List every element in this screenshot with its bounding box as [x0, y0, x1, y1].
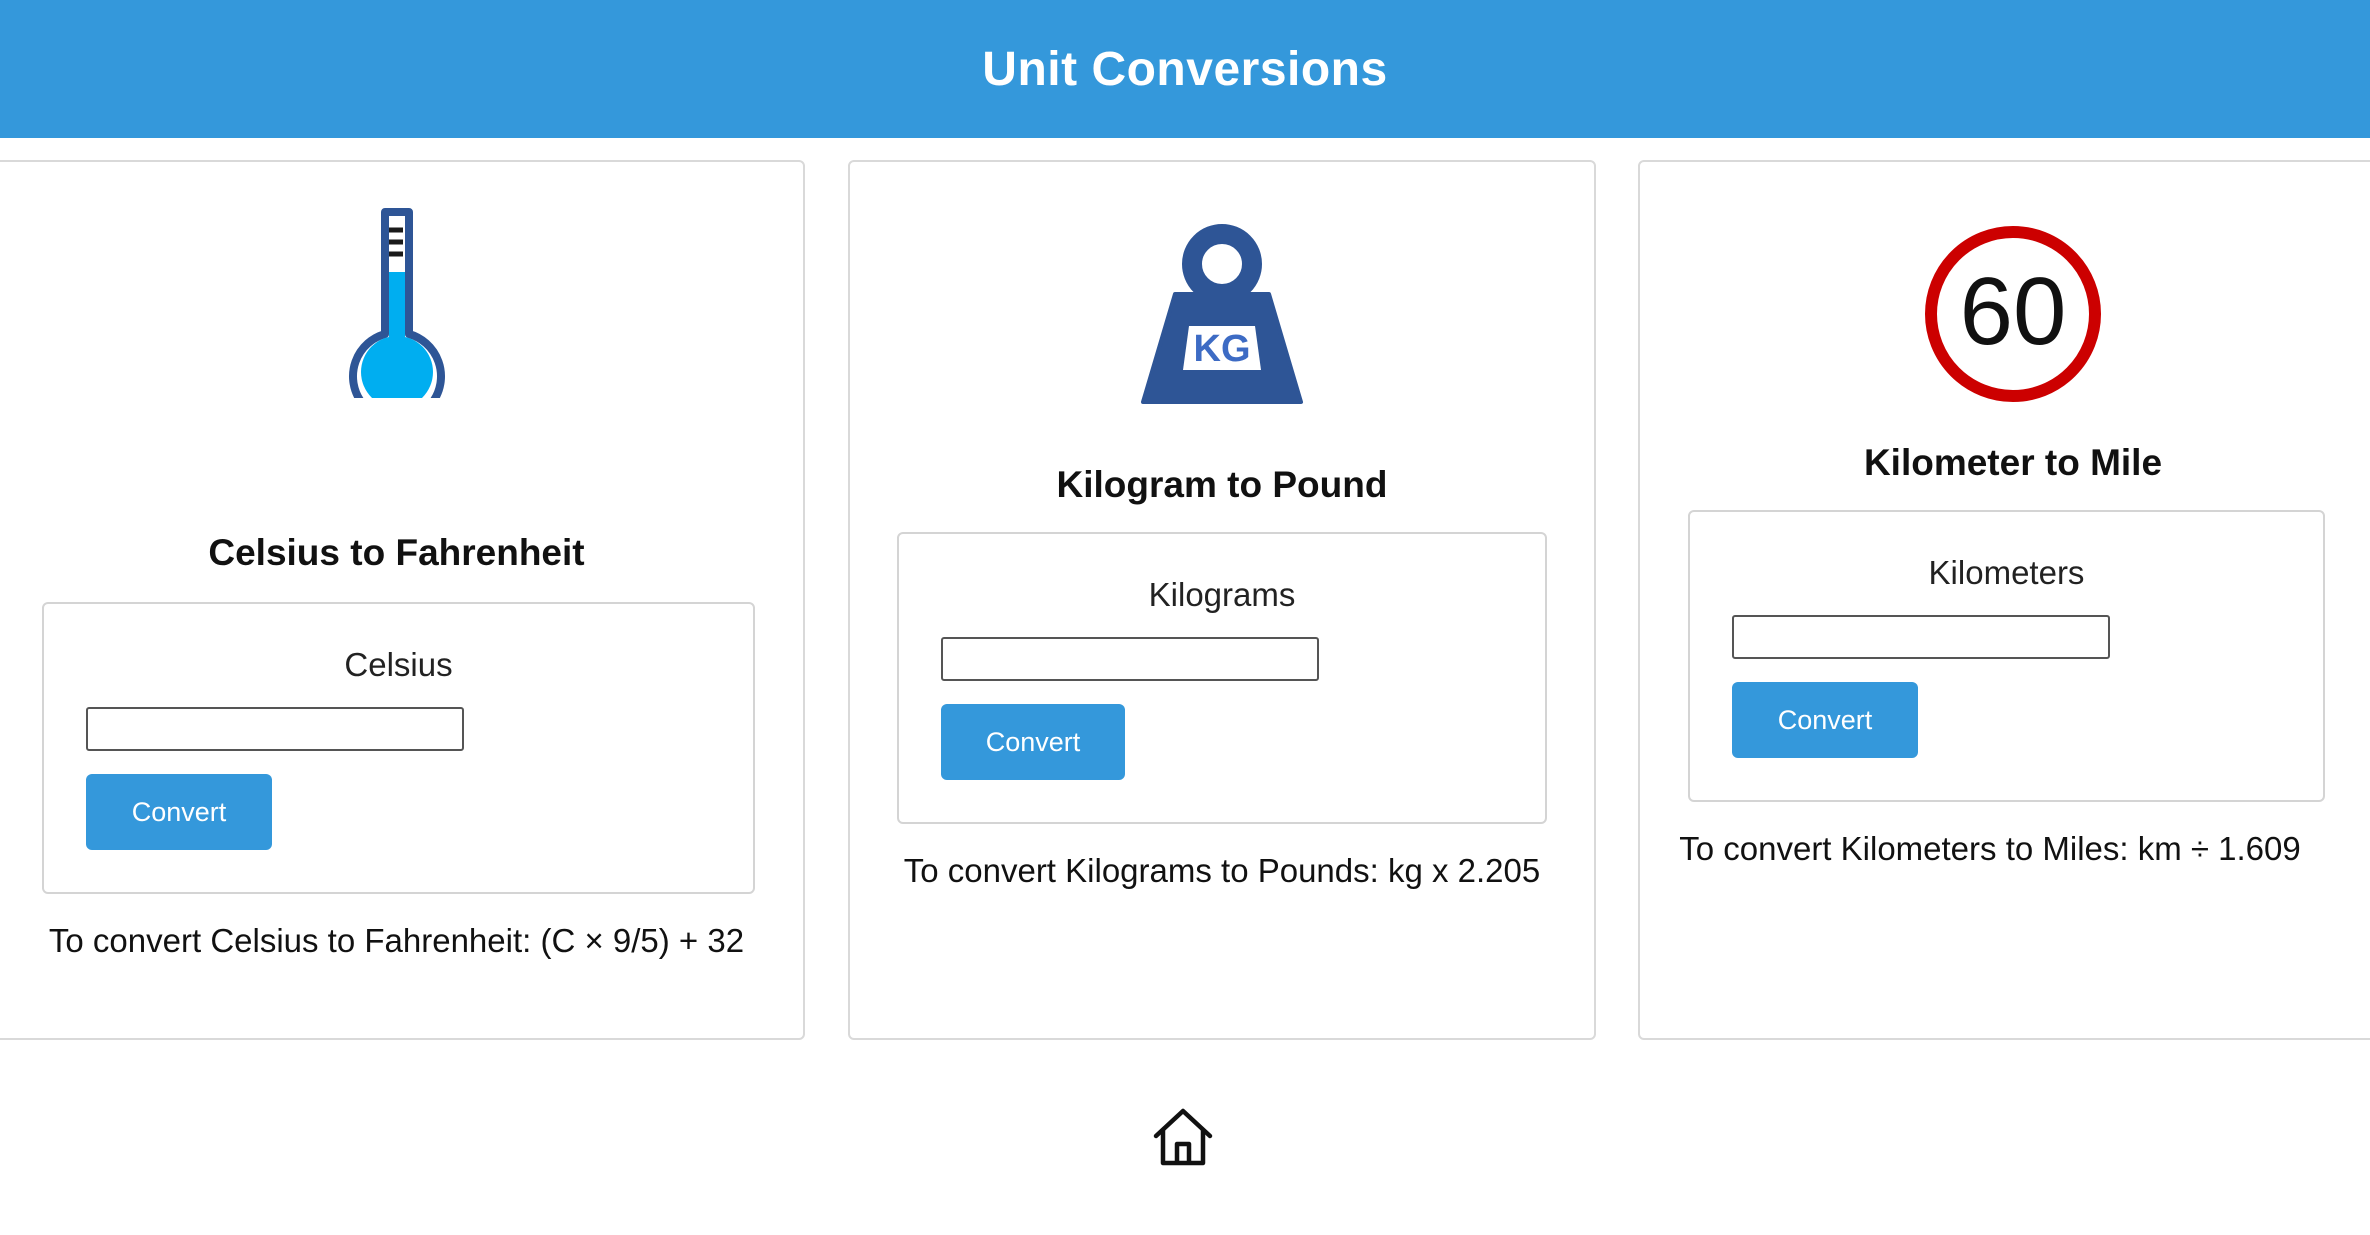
convert-button[interactable]: Convert [941, 704, 1125, 780]
kilometer-converter-card: 60 Kilometer to Mile Kilometers Convert … [1638, 160, 2370, 1040]
celsius-form: Celsius Convert [42, 602, 755, 894]
field-label: Kilograms [1148, 576, 1296, 613]
convert-button[interactable]: Convert [86, 774, 272, 850]
formula-text: To convert Kilograms to Pounds: kg x 2.2… [903, 852, 1541, 889]
header-bar: Unit Conversions [0, 0, 2370, 138]
card-title: Kilometer to Mile [1863, 442, 2163, 483]
celsius-converter-card: Celsius to Fahrenheit Celsius Convert To… [0, 160, 805, 1040]
page-title: Unit Conversions [982, 42, 1388, 96]
thermometer-icon [0, 206, 803, 398]
celsius-input[interactable] [86, 707, 464, 751]
speed-limit-sign-icon: 60 [1640, 224, 2370, 404]
field-label: Celsius [344, 646, 453, 683]
kg-weight-icon: KG [850, 222, 1594, 408]
convert-button[interactable]: Convert [1732, 682, 1918, 758]
home-icon[interactable] [1150, 1106, 1216, 1168]
formula-text: To convert Celsius to Fahrenheit: (C × 9… [48, 922, 745, 959]
card-title: Kilogram to Pound [1056, 464, 1388, 505]
kilogram-form: Kilograms Convert [897, 532, 1547, 824]
svg-text:60: 60 [1960, 258, 2067, 365]
unit-conversions-page: Unit Conversions Celsius to Fahrenheit C… [0, 0, 2370, 1235]
kilogram-converter-card: KG Kilogram to Pound Kilograms Convert T… [848, 160, 1596, 1040]
kilogram-input[interactable] [941, 637, 1319, 681]
card-title: Celsius to Fahrenheit [208, 532, 585, 573]
kilometer-form: Kilometers Convert [1688, 510, 2325, 802]
kilometer-input[interactable] [1732, 615, 2110, 659]
field-label: Kilometers [1928, 554, 2085, 591]
svg-text:KG: KG [1194, 328, 1251, 370]
formula-text: To convert Kilometers to Miles: km ÷ 1.6… [1679, 830, 2301, 867]
